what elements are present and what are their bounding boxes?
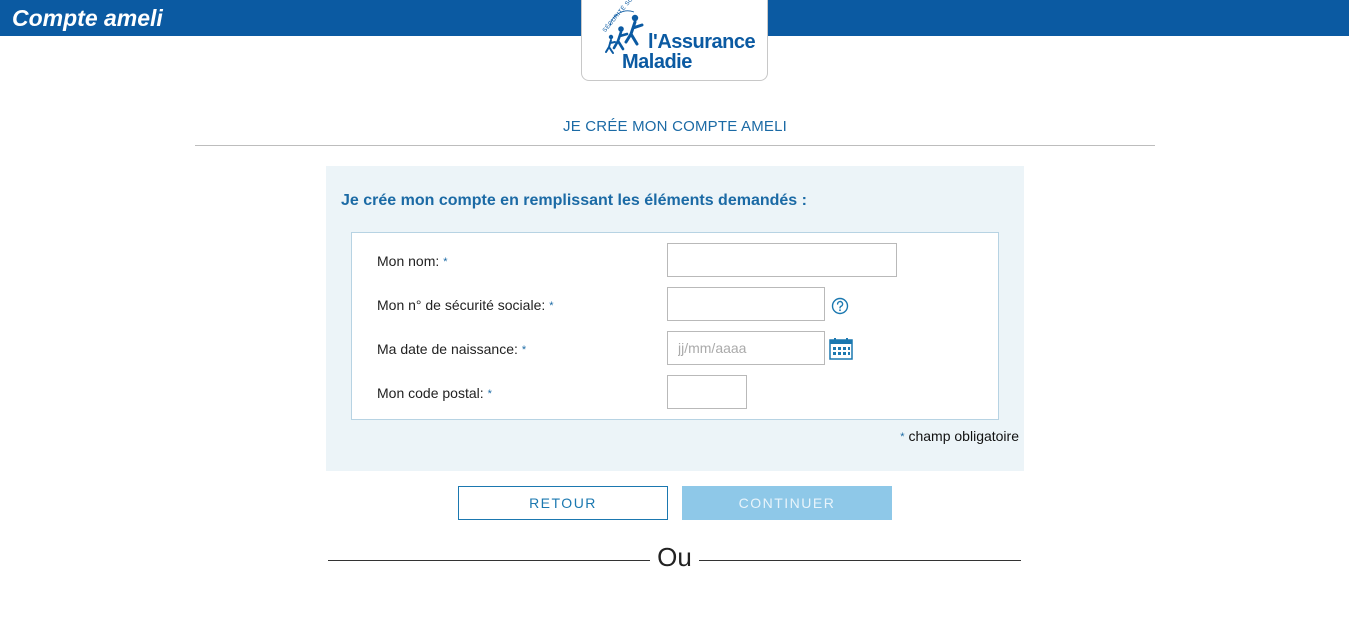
nom-input[interactable] <box>667 243 897 277</box>
heading-divider <box>195 145 1155 146</box>
app-title: Compte ameli <box>12 5 163 31</box>
family-figures-icon <box>605 10 644 54</box>
label-nom-text: Mon nom: <box>377 253 440 269</box>
form-fields-box: Mon nom: * Mon n° de sécurité sociale: * M… <box>351 232 999 420</box>
separator-line-left <box>328 560 650 561</box>
back-button[interactable]: RETOUR <box>458 486 668 520</box>
label-nom: Mon nom: * <box>377 253 448 269</box>
form-intro: Je crée mon compte en remplissant les él… <box>341 192 807 209</box>
label-securite-sociale: Mon n° de sécurité sociale: * <box>377 297 554 313</box>
label-code-postal: Mon code postal: * <box>377 385 492 401</box>
required-star: * <box>487 388 492 400</box>
required-star: * <box>521 344 527 356</box>
mandatory-note: * champ obligatoire <box>900 428 1019 444</box>
required-star: * <box>549 300 554 312</box>
form-panel: Je crée mon compte en remplissant les él… <box>326 166 1024 471</box>
separator-line-right <box>699 560 1021 561</box>
label-date-naissance: Ma date de naissance: * <box>377 341 526 357</box>
securite-sociale-input[interactable] <box>667 287 825 321</box>
mandatory-note-text: champ obligatoire <box>908 428 1019 444</box>
code-postal-input[interactable] <box>667 375 747 409</box>
calendar-icon[interactable] <box>829 338 853 360</box>
logo-text-line2: Maladie <box>622 51 692 73</box>
date-naissance-input[interactable] <box>667 331 825 365</box>
required-star: * <box>900 431 905 443</box>
continue-button[interactable]: CONTINUER <box>682 486 892 520</box>
required-star: * <box>443 256 448 268</box>
label-securite-sociale-text: Mon n° de sécurité sociale: <box>377 297 546 313</box>
or-separator-label: Ou <box>657 542 692 572</box>
label-date-naissance-text: Ma date de naissance: <box>377 341 518 357</box>
label-code-postal-text: Mon code postal: <box>377 385 484 401</box>
question-circle-icon[interactable] <box>831 297 849 315</box>
assurance-maladie-logo[interactable]: SÉCURITÉ SOCIALE l'Assurance Maladie <box>581 0 768 81</box>
page-title: JE CRÉE MON COMPTE AMELI <box>563 118 787 135</box>
